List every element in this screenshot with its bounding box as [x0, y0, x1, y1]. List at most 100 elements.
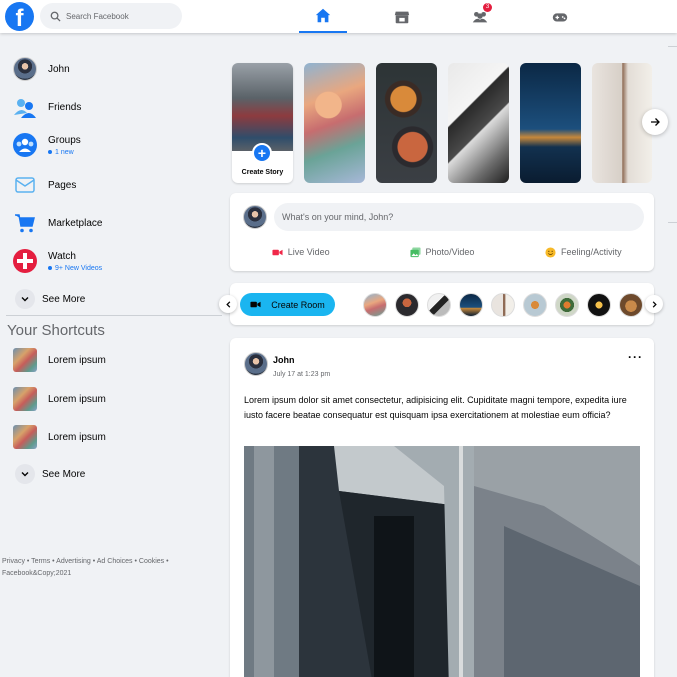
room-contact-avatar[interactable]	[523, 293, 547, 317]
room-contact-avatar[interactable]	[427, 293, 451, 317]
feeling-activity-button[interactable]: Feeling/Activity	[513, 243, 654, 261]
home-icon	[315, 8, 331, 22]
sidebar-item-sub: 9+ New Videos	[48, 265, 102, 272]
chevron-down-icon	[21, 472, 29, 477]
sidebar-item-label: Pages	[48, 179, 77, 191]
photo-video-label: Photo/Video	[425, 247, 475, 257]
top-navbar: f 3	[0, 0, 677, 33]
sidebar-item-label: Watch	[48, 250, 76, 262]
shortcut-thumbnail	[13, 348, 37, 372]
gamepad-icon	[552, 12, 568, 21]
chevron-left-icon	[225, 300, 230, 308]
footer-links[interactable]: Privacy • Terms • Advertising • Ad Choic…	[2, 556, 207, 580]
shortcuts-title: Your Shortcuts	[7, 322, 105, 339]
avatar	[13, 57, 37, 81]
sidebar-item-label: Friends	[48, 101, 82, 113]
post-photo	[244, 446, 640, 677]
more-options-button[interactable]: ···	[628, 350, 643, 364]
see-more-label: See More	[42, 293, 86, 305]
story-image	[232, 63, 293, 151]
sidebar-item-label: Marketplace	[48, 217, 103, 229]
post-author[interactable]: John	[273, 355, 295, 365]
story-card[interactable]	[448, 63, 509, 183]
nav-tab-marketplace[interactable]	[378, 0, 426, 33]
create-story-card[interactable]: + Create Story	[232, 63, 293, 183]
feed-post: John July 17 at 1:23 pm ··· Lorem ipsum …	[230, 338, 654, 677]
story-card[interactable]	[376, 63, 437, 183]
room-contact-avatar[interactable]	[459, 293, 483, 317]
sidebar-item-label: Groups	[48, 134, 81, 146]
photo-video-button[interactable]: Photo/Video	[371, 243, 512, 261]
shortcut-thumbnail	[13, 387, 37, 411]
rooms-prev-button[interactable]	[219, 295, 237, 313]
create-room-button[interactable]: Create Room	[240, 293, 335, 316]
room-contact-avatar[interactable]	[555, 293, 579, 317]
search-box[interactable]	[40, 3, 182, 29]
photo-icon	[410, 246, 421, 257]
chevron-right-icon	[652, 300, 657, 308]
friends-icon	[14, 99, 36, 118]
plus-icon: +	[252, 143, 272, 163]
shortcut-label: Lorem ipsum	[48, 431, 106, 443]
room-contact-avatar[interactable]	[587, 293, 611, 317]
story-card[interactable]	[304, 63, 365, 183]
video-camera-icon	[272, 249, 283, 255]
search-input[interactable]	[66, 11, 176, 21]
rooms-next-button[interactable]	[645, 295, 663, 313]
live-video-button[interactable]: Live Video	[230, 243, 371, 261]
avatar	[243, 205, 267, 229]
post-image[interactable]	[244, 446, 640, 677]
room-contact-avatar[interactable]	[491, 293, 515, 317]
story-card[interactable]	[520, 63, 581, 183]
sidebar-item-profile[interactable]: John	[12, 54, 217, 84]
live-video-label: Live Video	[287, 247, 330, 257]
post-timestamp[interactable]: July 17 at 1:23 pm	[273, 371, 330, 378]
right-column-divider	[668, 222, 677, 223]
post-composer: Live Video Photo/Video Feeling/Activity	[230, 193, 654, 271]
facebook-logo[interactable]: f	[5, 2, 34, 31]
avatar[interactable]	[244, 352, 268, 376]
friends-badge: 3	[483, 3, 492, 12]
nav-tab-friends[interactable]: 3	[456, 0, 504, 33]
sidebar-item-groups[interactable]: Groups 1 new	[12, 130, 217, 160]
shortcuts-see-more-button[interactable]: See More	[12, 459, 217, 489]
shortcut-item[interactable]: Lorem ipsum	[12, 345, 217, 375]
smiley-icon	[545, 246, 556, 258]
room-contact-avatar[interactable]	[363, 293, 387, 317]
shortcut-item[interactable]: Lorem ipsum	[12, 422, 217, 452]
rooms-bar: Create Room	[219, 283, 663, 325]
stories-next-button[interactable]	[642, 109, 668, 135]
arrow-right-icon	[651, 118, 660, 126]
room-contact-avatar[interactable]	[619, 293, 643, 317]
sidebar-item-pages[interactable]: Pages	[12, 170, 217, 200]
sidebar-item-sub: 1 new	[48, 149, 81, 156]
search-icon	[50, 11, 61, 22]
sidebar-item-friends[interactable]: Friends	[12, 92, 217, 122]
sidebar-item-marketplace[interactable]: Marketplace	[12, 208, 217, 238]
video-camera-icon	[250, 301, 261, 308]
store-icon	[394, 11, 410, 23]
cart-icon	[15, 214, 35, 233]
divider	[6, 315, 222, 316]
room-contact-avatar[interactable]	[395, 293, 419, 317]
sidebar-item-label: John	[48, 63, 70, 75]
see-more-label: See More	[42, 468, 86, 480]
post-text: Lorem ipsum dolor sit amet consectetur, …	[244, 395, 627, 420]
chevron-down-icon	[21, 297, 29, 302]
sidebar-item-watch[interactable]: Watch 9+ New Videos	[12, 246, 217, 276]
pages-icon	[15, 177, 35, 193]
see-more-button[interactable]: See More	[12, 284, 217, 314]
feeling-activity-label: Feeling/Activity	[561, 247, 622, 257]
whats-on-your-mind-input[interactable]	[274, 203, 644, 231]
right-column-divider	[668, 46, 677, 47]
shortcut-label: Lorem ipsum	[48, 354, 106, 366]
nav-tab-gaming[interactable]	[536, 0, 584, 33]
create-room-label: Create Room	[271, 299, 325, 310]
groups-icon	[13, 133, 37, 157]
shortcut-item[interactable]: Lorem ipsum	[12, 384, 217, 414]
create-story-label: Create Story	[241, 169, 284, 176]
watch-icon	[13, 249, 37, 273]
shortcut-thumbnail	[13, 425, 37, 449]
shortcut-label: Lorem ipsum	[48, 393, 106, 405]
nav-tab-home[interactable]	[299, 0, 347, 33]
